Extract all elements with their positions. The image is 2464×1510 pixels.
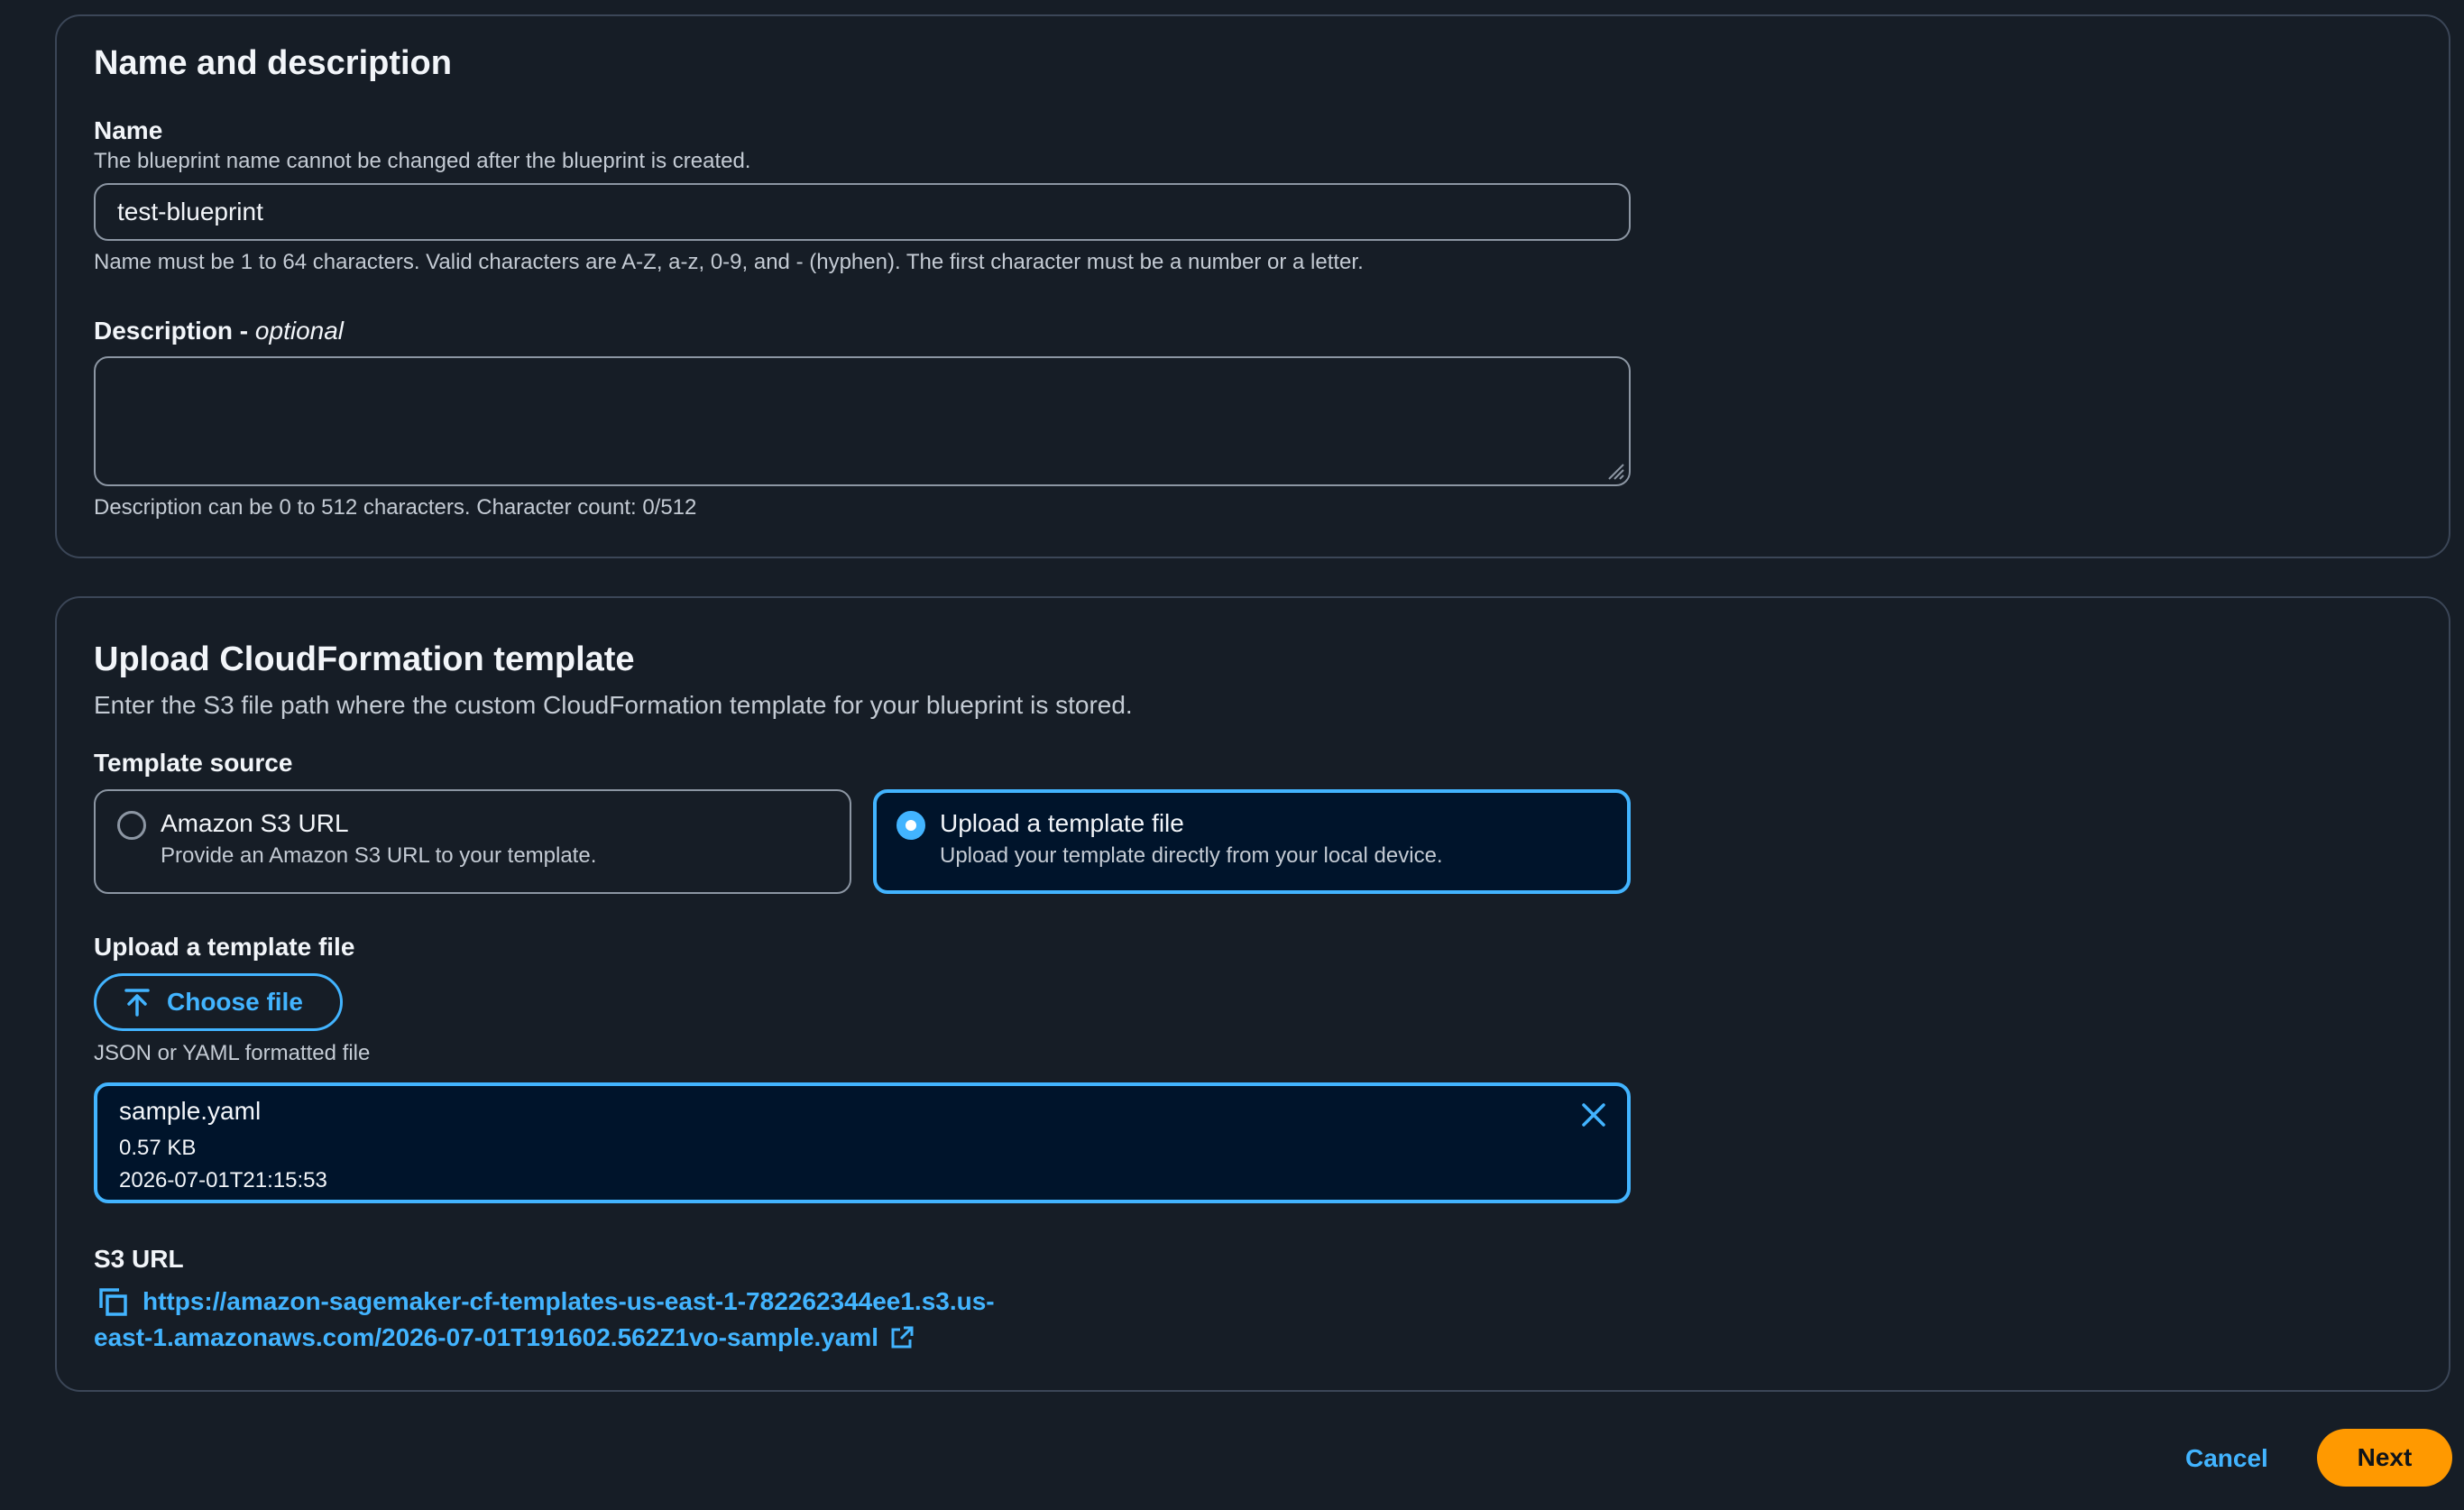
radio-amazon-s3-url[interactable]: [117, 811, 146, 840]
name-and-description-panel: Name and description Name The blueprint …: [55, 14, 2450, 558]
radio-upload-template-file[interactable]: [896, 811, 925, 840]
description-constraint-text: Description can be 0 to 512 characters. …: [94, 495, 697, 520]
description-label: Description - optional: [94, 317, 344, 345]
description-textarea[interactable]: [94, 356, 1631, 486]
optional-tag: optional: [254, 317, 345, 345]
s3-url-link-line-2[interactable]: east-1.amazonaws.com/2026-07-01T191602.5…: [94, 1323, 915, 1352]
next-button[interactable]: Next: [2317, 1429, 2452, 1487]
upload-template-panel: Upload CloudFormation template Enter the…: [55, 596, 2450, 1392]
name-label: Name: [94, 116, 163, 144]
external-link-icon[interactable]: [889, 1325, 915, 1350]
description-label-text: Description -: [94, 317, 249, 345]
option-title: Upload a template file: [940, 809, 1184, 837]
section-title: Upload CloudFormation template: [94, 640, 635, 678]
file-modified-date: 2026-07-01T21:15:53: [119, 1168, 327, 1192]
name-description: The blueprint name cannot be changed aft…: [94, 149, 751, 173]
template-source-label: Template source: [94, 749, 293, 777]
choose-file-label: Choose file: [167, 988, 303, 1016]
option-description: Upload your template directly from your …: [940, 843, 1443, 868]
selected-file-card: sample.yaml 0.57 KB 2026-07-01T21:15:53: [94, 1082, 1631, 1203]
file-format-hint: JSON or YAML formatted file: [94, 1041, 371, 1065]
file-name: sample.yaml: [119, 1097, 262, 1125]
name-input[interactable]: test-blueprint: [94, 183, 1631, 241]
upload-icon: [124, 989, 150, 1017]
upload-label: Upload a template file: [94, 933, 355, 961]
s3-url-link-line-1[interactable]: https://amazon-sagemaker-cf-templates-us…: [143, 1287, 995, 1316]
option-description: Provide an Amazon S3 URL to your templat…: [161, 843, 597, 868]
section-subtitle: Enter the S3 file path where the custom …: [94, 691, 1133, 719]
option-upload-template-file[interactable]: Upload a template file Upload your templ…: [873, 789, 1631, 894]
s3-url-link-text[interactable]: east-1.amazonaws.com/2026-07-01T191602.5…: [94, 1323, 878, 1352]
option-title: Amazon S3 URL: [161, 809, 349, 837]
copy-icon[interactable]: [97, 1286, 130, 1319]
file-size: 0.57 KB: [119, 1136, 197, 1160]
section-title: Name and description: [94, 44, 452, 82]
next-button-label: Next: [2357, 1443, 2413, 1471]
choose-file-button[interactable]: Choose file: [94, 973, 343, 1031]
option-amazon-s3-url[interactable]: Amazon S3 URL Provide an Amazon S3 URL t…: [94, 789, 851, 894]
name-input-value: test-blueprint: [117, 198, 263, 226]
name-constraint-text: Name must be 1 to 64 characters. Valid c…: [94, 250, 1364, 274]
close-icon[interactable]: [1577, 1099, 1610, 1131]
s3-url-label: S3 URL: [94, 1245, 184, 1273]
resize-grip-icon[interactable]: [1605, 461, 1625, 481]
cancel-button[interactable]: Cancel: [2185, 1444, 2268, 1473]
